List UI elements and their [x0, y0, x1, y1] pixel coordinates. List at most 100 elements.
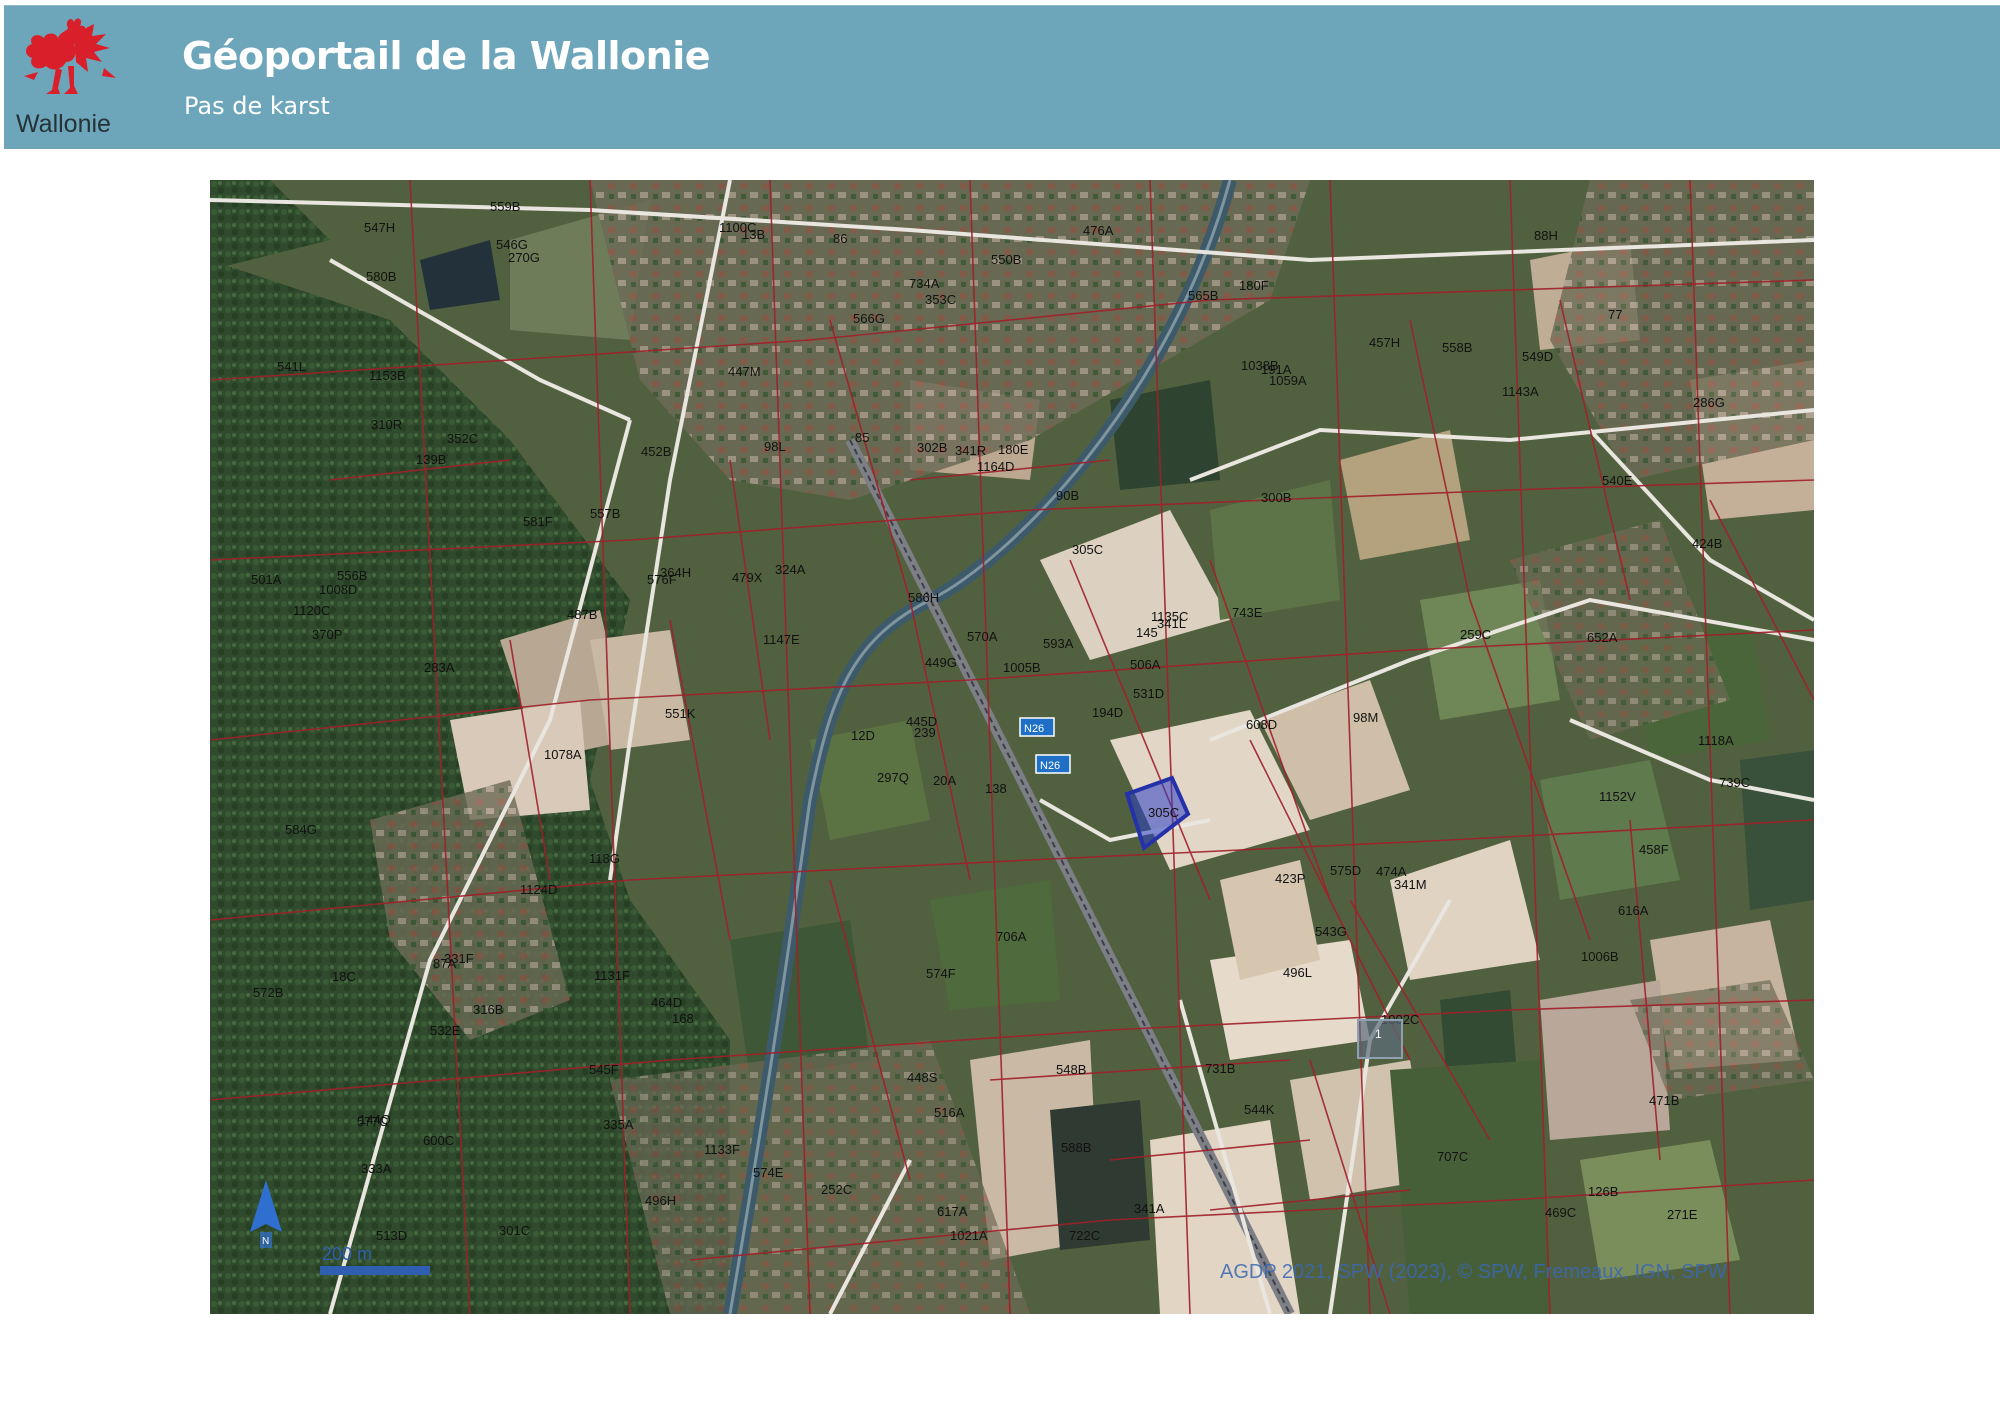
parcel-label: 586H — [908, 590, 939, 605]
parcel-label: 1021A — [950, 1228, 988, 1243]
road-marker: N26 — [1019, 717, 1055, 737]
parcel-label: 593A — [1043, 636, 1074, 651]
parcel-label: 574E — [753, 1165, 784, 1180]
parcel-label: 513D — [376, 1228, 407, 1243]
app-header: Wallonie Géoportail de la Wallonie Pas d… — [4, 5, 2000, 149]
parcel-label: 452B — [641, 444, 671, 459]
parcel-label: 545F — [589, 1062, 619, 1077]
parcel-label: 471B — [1649, 1093, 1679, 1108]
parcel-label: 572B — [253, 985, 283, 1000]
orthophoto-map[interactable]: 138 139B 239 144Q 145 168 180F 180E 191A 194D 270G… — [210, 180, 1814, 1314]
parcel-label: 424B — [1692, 536, 1722, 551]
svg-text:N: N — [262, 1236, 269, 1247]
parcel-label: 516A — [934, 1105, 965, 1120]
map-credit: AGDP 2021, SPW (2023), © SPW, Fremeaux, … — [1220, 1261, 1727, 1283]
parcel-label: 333A — [361, 1161, 392, 1176]
parcel-label: 138 — [985, 781, 1007, 796]
parcel-label: 584G — [285, 822, 317, 837]
parcel-label: 98M — [1353, 710, 1378, 725]
parcel-label: 118G — [589, 851, 620, 866]
parcel-label: 487B — [567, 607, 597, 622]
parcel-label: 341A — [1134, 1201, 1165, 1216]
parcel-label: 707C — [1437, 1149, 1468, 1164]
parcel-label: 126B — [1588, 1184, 1618, 1199]
parcel-label: 283A — [424, 660, 455, 675]
svg-text:N26: N26 — [1024, 723, 1044, 735]
parcel-label: 252C — [821, 1182, 852, 1197]
parcel-label: 77 — [1608, 307, 1622, 322]
parcel-label: 1120C — [293, 603, 330, 618]
parcel-label: 1135C — [1151, 609, 1188, 624]
parcel-label: 1133F — [704, 1142, 740, 1157]
parcel-label: 474A — [1376, 864, 1407, 879]
parcel-label: 608D — [1246, 717, 1277, 732]
parcel-label: 316B — [473, 1002, 503, 1017]
parcel-label: 302B — [917, 440, 947, 455]
parcel-label: 476A — [1083, 223, 1114, 238]
parcel-label: 1153B — [369, 368, 406, 383]
parcel-label: 448S — [907, 1070, 938, 1085]
parcel-label: 297Q — [877, 770, 909, 785]
svg-text:N26: N26 — [1040, 760, 1060, 772]
parcel-label: 496L — [1283, 965, 1312, 980]
parcel-label: 1059A — [1269, 373, 1307, 388]
parcel-label: 546G — [496, 237, 528, 252]
parcel-label: 180F — [1239, 278, 1269, 293]
parcel-label: 1118A — [1698, 733, 1734, 748]
parcel-label: 548B — [1056, 1062, 1086, 1077]
parcel-label: 547H — [364, 220, 395, 235]
highlighted-parcel-label: 305C — [1148, 805, 1179, 820]
parcel-label: 300B — [1261, 490, 1291, 505]
parcel-label: 551K — [665, 706, 696, 721]
parcel-label: 577C — [357, 1114, 388, 1129]
parcel-label: 501A — [251, 572, 282, 587]
parcel-label: 447M — [728, 364, 761, 379]
parcel-label: 341M — [1394, 877, 1427, 892]
parcel-label: 496H — [645, 1193, 676, 1208]
parcel-label: 145 — [1136, 625, 1158, 640]
page-title: Géoportail de la Wallonie — [182, 34, 711, 78]
marker-icon[interactable]: 1 — [1357, 1019, 1403, 1059]
parcel-label: 1006B — [1581, 949, 1619, 964]
parcel-label: 540E — [1602, 473, 1633, 488]
parcel-label: 541L — [277, 359, 306, 374]
parcel-label: 575D — [1330, 863, 1361, 878]
map-canvas[interactable]: 138139B239144Q145168180F180E191A194D270G… — [210, 180, 1814, 1314]
parcel-label: 331F — [444, 951, 474, 966]
parcel-label: 88H — [1534, 228, 1558, 243]
parcel-label: 85 — [855, 430, 869, 445]
parcel-label: 706A — [996, 929, 1027, 944]
parcel-label: 286G — [1693, 395, 1725, 410]
parcel-label: 550B — [991, 252, 1021, 267]
rooster-icon — [24, 18, 116, 94]
parcel-label: 305C — [1072, 542, 1103, 557]
parcel-label: 259C — [1460, 627, 1491, 642]
logo-text: Wallonie — [16, 110, 111, 138]
parcel-label: 588B — [1061, 1140, 1091, 1155]
parcel-label: 364H — [660, 565, 691, 580]
parcel-label: 423P — [1275, 871, 1305, 886]
parcel-label: 98L — [764, 439, 786, 454]
parcel-label: 549D — [1522, 349, 1553, 364]
parcel-label: 566G — [853, 311, 885, 326]
parcel-label: 168 — [672, 1011, 694, 1026]
parcel-label: 1038B — [1241, 358, 1279, 373]
parcel-label: 270G — [508, 250, 540, 265]
parcel-label: 180E — [998, 442, 1029, 457]
parcel-label: 13B — [742, 227, 765, 242]
parcel-label: 458F — [1639, 842, 1669, 857]
parcel-label: 532E — [430, 1023, 461, 1038]
parcel-label: 1008D — [319, 582, 357, 597]
scale-label: 200 m — [322, 1244, 372, 1264]
parcel-label: 445D — [906, 714, 937, 729]
svg-text:1: 1 — [1375, 1027, 1382, 1041]
parcel-label: 449G — [925, 655, 957, 670]
parcel-label: 739C — [1719, 775, 1750, 790]
parcel-label: 531D — [1133, 686, 1164, 701]
parcel-label: 743E — [1232, 605, 1263, 620]
parcel-label: 370P — [312, 627, 342, 642]
parcel-label: 600C — [423, 1133, 454, 1148]
parcel-label: 1131F — [594, 968, 630, 983]
parcel-label: 731B — [1205, 1061, 1235, 1076]
parcel-label: 616A — [1618, 903, 1649, 918]
